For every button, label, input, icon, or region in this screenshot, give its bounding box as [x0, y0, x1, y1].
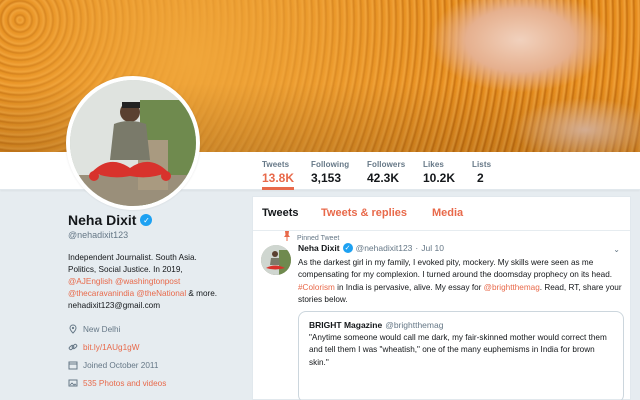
website-link[interactable]: bit.ly/1AUg1gW	[83, 343, 139, 352]
joined-text: Joined October 2011	[83, 360, 159, 370]
tweet-mention-brightthemag[interactable]: @brightthemag	[484, 283, 540, 292]
tweet-avatar[interactable]	[261, 245, 291, 275]
quoted-author-name: BRIGHT Magazine	[309, 320, 383, 330]
tab-media[interactable]: Media	[432, 207, 463, 219]
photos-icon	[68, 379, 78, 387]
profile-website: bit.ly/1AUg1gW	[68, 342, 238, 352]
stat-following-value: 3,153	[311, 171, 342, 185]
pinned-tweet[interactable]: Pinned Tweet Neha Dixit ✓ @nehadixit123 …	[253, 231, 630, 400]
profile-avatar[interactable]	[66, 76, 200, 210]
bio-mention-thenational[interactable]: @theNational	[136, 289, 186, 298]
profile-photos: 535 Photos and videos	[68, 378, 238, 388]
stat-likes[interactable]: Likes 10.2K	[423, 160, 455, 185]
bio-mention-washingtonpost[interactable]: @washingtonpost	[115, 277, 180, 286]
avatar-illustration	[70, 80, 196, 206]
pinned-label: Pinned Tweet	[297, 235, 340, 242]
bio-mention-thecaravanindia[interactable]: @thecaravanindia	[68, 289, 134, 298]
tab-tweets[interactable]: Tweets	[262, 207, 298, 219]
tweet-author-name[interactable]: Neha Dixit	[298, 243, 340, 253]
stat-followers[interactable]: Followers 42.3K	[367, 160, 405, 185]
profile-name[interactable]: Neha Dixit	[68, 212, 136, 228]
quoted-tweet[interactable]: BRIGHT Magazine @brightthemag "Anytime s…	[298, 311, 624, 400]
tweet-hashtag-colorism[interactable]: #Colorism	[298, 283, 335, 292]
stat-tweets-label: Tweets	[262, 160, 290, 169]
quoted-tweet-header: BRIGHT Magazine @brightthemag	[309, 320, 443, 330]
link-icon	[68, 343, 78, 351]
timeline-card: Tweets Tweets & replies Media Pinned Twe…	[252, 196, 631, 400]
stat-lists[interactable]: Lists 2	[472, 160, 491, 185]
stat-likes-label: Likes	[423, 160, 444, 169]
tweet-verified-icon: ✓	[342, 243, 353, 253]
pin-icon	[284, 231, 290, 241]
stat-likes-value: 10.2K	[423, 171, 456, 185]
stat-following[interactable]: Following 3,153	[311, 160, 349, 185]
profile-card: Neha Dixit ✓ @nehadixit123 Independent J…	[68, 212, 238, 388]
profile-bio: Independent Journalist. South Asia. Poli…	[68, 252, 238, 312]
location-pin-icon	[69, 324, 77, 334]
stat-followers-label: Followers	[367, 160, 406, 169]
tweet-more-chevron-icon[interactable]: ⌄	[613, 245, 620, 254]
verified-badge-icon: ✓	[140, 214, 153, 226]
profile-joined: Joined October 2011	[68, 360, 238, 370]
stat-tweets-value: 13.8K	[262, 171, 295, 185]
bio-line-1: Independent Journalist. South Asia.	[68, 253, 197, 262]
bio-more-text: & more.	[186, 289, 218, 298]
tweet-text-part-1: As the darkest girl in my family, I evok…	[298, 258, 613, 280]
tweet-text-part-2: in India is pervasive, alive. My essay f…	[334, 282, 484, 292]
tweet-timestamp[interactable]: Jul 10	[421, 243, 444, 253]
tweet-header: Neha Dixit ✓ @nehadixit123 · Jul 10	[298, 243, 444, 253]
tab-tweets-replies[interactable]: Tweets & replies	[321, 207, 407, 219]
quoted-author-handle: @brightthemag	[385, 320, 444, 330]
stat-lists-label: Lists	[472, 160, 492, 169]
avatar-photo	[70, 80, 196, 206]
photos-videos-link[interactable]: 535 Photos and videos	[83, 379, 166, 388]
tweet-author-handle[interactable]: @nehadixit123	[356, 243, 413, 253]
bio-line-2: Politics, Social Justice. In 2019,	[68, 265, 183, 274]
profile-location: New Delhi	[68, 324, 238, 334]
calendar-icon	[68, 361, 78, 370]
stat-tweets[interactable]: Tweets 13.8K	[262, 160, 295, 190]
stat-followers-value: 42.3K	[367, 171, 400, 185]
tweet-text: As the darkest girl in my family, I evok…	[298, 257, 624, 306]
tweet-avatar-image	[261, 245, 291, 275]
tweet-separator: ·	[415, 243, 419, 253]
bio-mention-ajenglish[interactable]: @AJEnglish	[68, 277, 113, 286]
profile-handle[interactable]: @nehadixit123	[68, 230, 238, 240]
quoted-tweet-text: "Anytime someone would call me dark, my …	[309, 333, 607, 367]
stat-following-label: Following	[311, 160, 350, 169]
stat-lists-value: 2	[477, 171, 484, 185]
location-text: New Delhi	[83, 324, 121, 334]
timeline-tabs: Tweets Tweets & replies Media	[253, 197, 630, 231]
bio-email: nehadixit123@gmail.com	[68, 301, 161, 310]
